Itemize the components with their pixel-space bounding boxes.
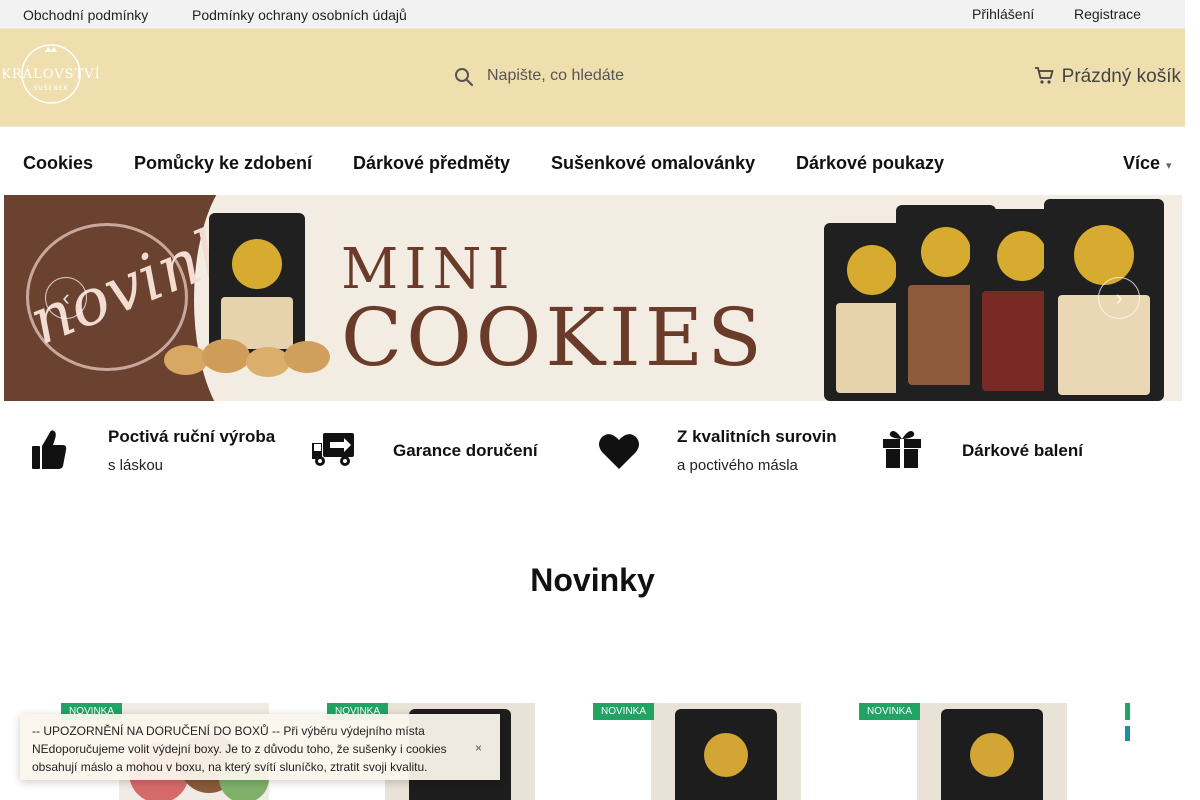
cart-label: Prázdný košík (1061, 66, 1181, 87)
nav-more-button[interactable]: Více ▾ (1123, 153, 1172, 174)
new-badge: NOVINKA (593, 703, 655, 720)
search-icon (455, 68, 474, 87)
carousel-next-button[interactable]: › (1098, 277, 1140, 319)
chevron-right-icon: › (1115, 285, 1123, 310)
site-logo[interactable]: KRÁLOVSTVÍ SUŠENEK (1, 42, 100, 106)
chevron-down-icon: ▾ (1166, 160, 1172, 172)
search-box[interactable]: Napište, co hledáte (440, 57, 860, 97)
benefit-subtitle: a poctivého másla (677, 457, 798, 474)
svg-text:SUŠENEK: SUŠENEK (33, 85, 68, 92)
next-product-badge-edge (1125, 703, 1130, 720)
benefit-title: Z kvalitních surovin (677, 427, 837, 446)
terms-link[interactable]: Obchodní podmínky (23, 7, 148, 23)
gift-icon (883, 431, 921, 468)
delivery-notice: -- UPOZORNĚNÍ NA DORUČENÍ DO BOXŮ -- Při… (20, 714, 500, 780)
next-product-badge-edge (1125, 726, 1130, 741)
product-card[interactable] (651, 703, 801, 800)
benefit-title: Dárkové balení (962, 441, 1083, 460)
close-icon: × (474, 741, 482, 755)
top-bar: Obchodní podmínky Podmínky ochrany osobn… (0, 0, 1185, 29)
carousel-prev-button[interactable]: ‹ (45, 277, 87, 319)
delivery-truck-icon (312, 433, 354, 466)
thumbs-up-icon (32, 430, 67, 469)
section-title: Novinky (530, 562, 655, 598)
search-input[interactable]: Napište, co hledáte (487, 67, 624, 85)
new-badge: NOVINKA (859, 703, 921, 720)
chevron-left-icon: ‹ (62, 285, 70, 310)
register-link[interactable]: Registrace (1074, 6, 1141, 22)
site-header: KRÁLOVSTVÍ SUŠENEK Napište, co hledáte P… (0, 29, 1185, 126)
main-nav: Cookies Pomůcky ke zdobení Dárkové předm… (0, 126, 1185, 195)
banner-title-bottom: COOKIES (341, 291, 766, 384)
nav-item-coloring-cookies[interactable]: Sušenkové omalovánky (551, 153, 755, 174)
product-card[interactable] (917, 703, 1067, 800)
benefit-title: Garance doručení (393, 441, 538, 460)
cookies-pile-image (154, 335, 354, 385)
nav-item-cookies[interactable]: Cookies (23, 153, 93, 174)
notice-text: -- UPOZORNĚNÍ NA DORUČENÍ DO BOXŮ -- Při… (32, 724, 447, 774)
cart-icon (1034, 67, 1054, 84)
hero-banner[interactable]: novinka MINI COOKIES ‹ › (4, 195, 1182, 401)
login-link[interactable]: Přihlášení (972, 6, 1034, 22)
privacy-link[interactable]: Podmínky ochrany osobních údajů (192, 7, 407, 23)
nav-item-decorating-tools[interactable]: Pomůcky ke zdobení (134, 153, 312, 174)
heart-icon (599, 434, 639, 469)
notice-close-button[interactable]: × (475, 739, 482, 757)
nav-item-gift-vouchers[interactable]: Dárkové poukazy (796, 153, 944, 174)
svg-text:KRÁLOVSTVÍ: KRÁLOVSTVÍ (3, 66, 99, 82)
benefit-subtitle: s láskou (108, 457, 164, 474)
cart-button[interactable]: Prázdný košík (1034, 65, 1181, 88)
benefit-title: Poctivá ruční výroba (108, 427, 276, 446)
nav-item-gift-items[interactable]: Dárkové předměty (353, 153, 510, 174)
nav-more-label: Více (1123, 153, 1161, 173)
